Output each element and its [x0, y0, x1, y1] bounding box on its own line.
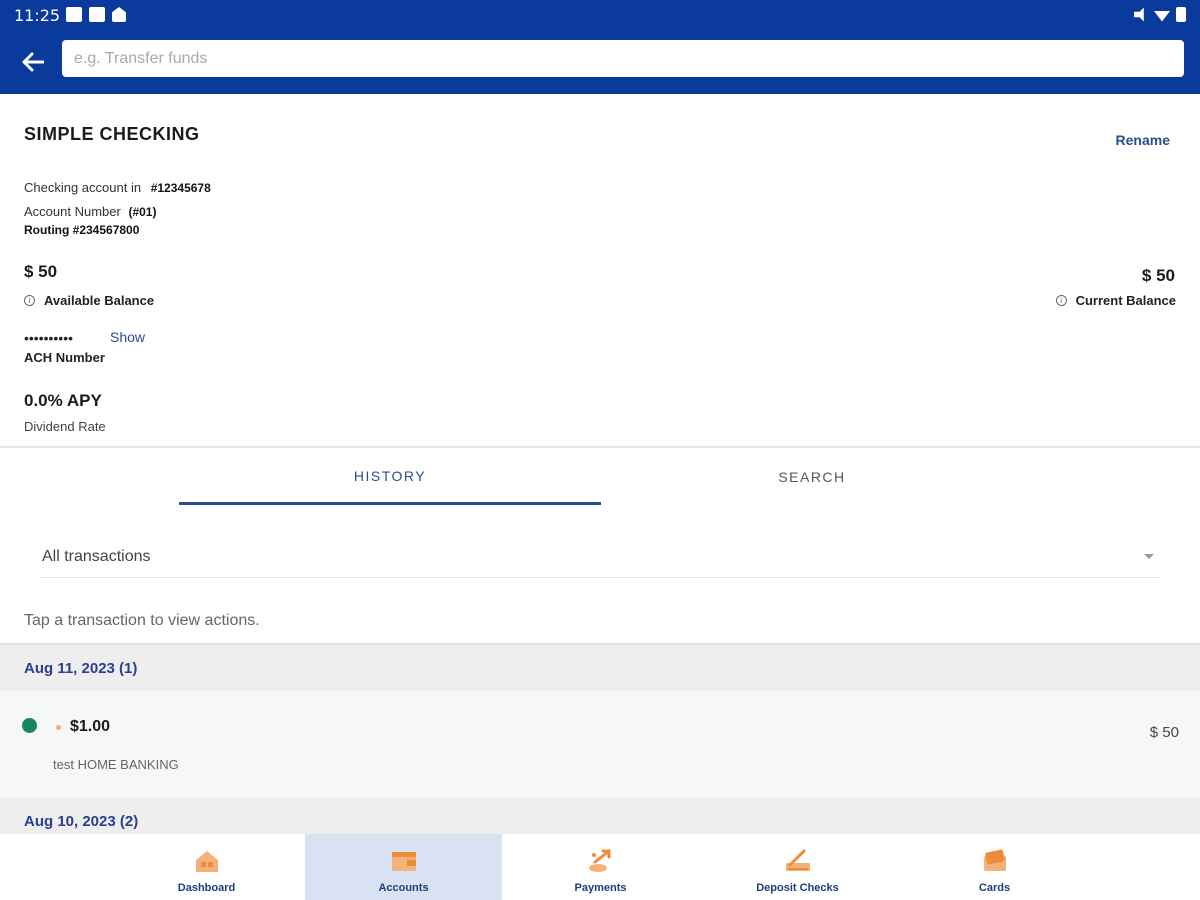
back-button[interactable]	[16, 46, 50, 78]
image-notification-icon	[66, 7, 82, 22]
current-balance-label-row[interactable]: i Current Balance	[1055, 293, 1176, 308]
transaction-row[interactable]: $1.00 test HOME BANKING $ 50	[0, 691, 1200, 798]
show-ach-link[interactable]: Show	[110, 329, 145, 345]
battery-icon	[1176, 7, 1186, 22]
transaction-balance: $ 50	[1149, 724, 1179, 741]
nav-accounts[interactable]: Accounts	[305, 834, 502, 900]
pending-marker-icon	[56, 725, 61, 730]
account-number-line: Account Number (#01)	[24, 204, 156, 219]
dashboard-icon	[195, 851, 218, 872]
nav-payments[interactable]: Payments	[502, 834, 699, 900]
ach-number-masked: ••••••••••	[24, 330, 74, 346]
available-balance-amount: $ 50	[24, 262, 58, 281]
account-number-label: Account Number	[24, 204, 121, 219]
transaction-filter-select[interactable]: All transactions	[40, 536, 1160, 578]
date-group-header: Aug 10, 2023 (2)	[0, 798, 1200, 834]
checking-account-label: Checking account in	[24, 180, 142, 195]
wallet-icon	[391, 852, 416, 871]
tab-search[interactable]: SEARCH	[601, 449, 1023, 505]
nav-label: Cards	[978, 882, 1011, 894]
nav-deposit-checks[interactable]: Deposit Checks	[699, 834, 896, 900]
transaction-hint: Tap a transaction to view actions.	[24, 612, 260, 629]
notification-icons	[66, 7, 126, 22]
search-input[interactable]	[62, 40, 1184, 77]
wifi-icon	[1154, 11, 1170, 22]
bottom-navigation: Dashboard Accounts Payments Deposit Chec…	[0, 834, 1200, 900]
status-dot-icon	[22, 718, 37, 733]
payments-icon	[588, 849, 610, 872]
arrow-left-icon	[22, 52, 44, 72]
system-icons	[1134, 7, 1186, 22]
transaction-description: test HOME BANKING	[53, 757, 179, 772]
rename-link[interactable]: Rename	[1116, 132, 1170, 148]
available-balance-label: Available Balance	[44, 293, 155, 308]
checking-account-line: Checking account in #12345678	[24, 180, 211, 195]
date-group-header: Aug 11, 2023 (1)	[0, 643, 1200, 691]
current-balance-label: Current Balance	[1075, 293, 1176, 308]
checking-account-number: #12345678	[150, 181, 211, 195]
transaction-filter-value: All transactions	[42, 547, 151, 565]
nav-label: Accounts	[378, 882, 429, 894]
status-bar: 11:25	[0, 0, 1200, 30]
mute-icon	[1134, 7, 1144, 22]
nav-dashboard[interactable]: Dashboard	[108, 834, 305, 900]
status-time: 11:25	[14, 6, 61, 25]
cards-icon	[983, 849, 1006, 871]
transaction-amount: $1.00	[70, 718, 111, 735]
apy-value: 0.0% APY	[24, 391, 102, 410]
chevron-down-icon	[1144, 554, 1154, 559]
account-title: SIMPLE CHECKING	[24, 124, 200, 144]
bank-notification-icon	[112, 7, 126, 22]
account-number-value: (#01)	[128, 205, 157, 219]
flipboard-notification-icon	[89, 7, 105, 22]
nav-cards[interactable]: Cards	[896, 834, 1093, 900]
nav-label: Payments	[574, 882, 627, 894]
nav-label: Dashboard	[177, 882, 236, 894]
nav-label: Deposit Checks	[756, 882, 839, 894]
info-icon: i	[1055, 295, 1067, 306]
info-icon: i	[24, 295, 35, 306]
tab-history[interactable]: HISTORY	[179, 449, 601, 505]
routing-number: Routing #234567800	[24, 223, 140, 237]
account-details: SIMPLE CHECKING Rename Checking account …	[0, 96, 1200, 448]
current-balance-amount: $ 50	[1141, 266, 1175, 285]
dividend-rate-label: Dividend Rate	[24, 419, 106, 434]
ach-number-label: ACH Number	[24, 350, 105, 365]
app-bar	[0, 30, 1200, 94]
deposit-check-icon	[785, 849, 810, 871]
tab-bar: HISTORY SEARCH	[0, 449, 1200, 505]
available-balance-label-row[interactable]: i Available Balance	[24, 293, 154, 308]
